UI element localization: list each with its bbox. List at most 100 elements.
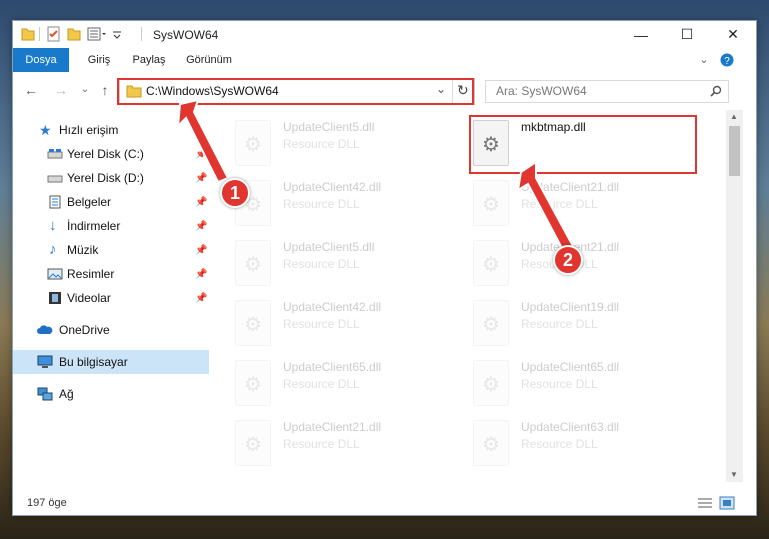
tab-home[interactable]: Giriş bbox=[81, 48, 117, 72]
sidebar-item-network[interactable]: Ağ bbox=[13, 382, 209, 406]
file-type: Resource DLL bbox=[283, 437, 360, 451]
folder-icon bbox=[21, 28, 35, 41]
customize-toolbar-icon[interactable] bbox=[111, 26, 123, 42]
file-type: Resource DLL bbox=[283, 377, 360, 391]
vertical-scrollbar[interactable]: ▲ ▼ bbox=[726, 110, 743, 482]
dll-file-icon: ⚙ bbox=[235, 360, 271, 406]
file-type: Resource DLL bbox=[521, 197, 598, 211]
search-icon[interactable] bbox=[710, 85, 722, 97]
pin-icon: 📌 bbox=[195, 172, 208, 184]
minimize-button[interactable]: — bbox=[618, 21, 664, 48]
dll-file-icon: ⚙ bbox=[473, 300, 509, 346]
separator bbox=[141, 27, 142, 41]
properties-icon[interactable] bbox=[47, 26, 61, 42]
sidebar-item-label: Ağ bbox=[59, 387, 74, 401]
annotation-badge-1: 1 bbox=[220, 178, 250, 208]
tab-share[interactable]: Paylaş bbox=[127, 48, 171, 72]
file-type: Resource DLL bbox=[521, 377, 598, 391]
file-name: UpdateClient65.dll bbox=[521, 360, 620, 374]
documents-icon bbox=[49, 195, 61, 209]
file-name: UpdateClient19.dll bbox=[521, 300, 620, 314]
sidebar-item-documents[interactable]: Belgeler 📌 bbox=[13, 190, 209, 214]
download-icon: ↓ bbox=[49, 217, 57, 234]
expand-ribbon-icon[interactable]: ⌄ bbox=[697, 48, 711, 72]
sidebar-item-quick-access[interactable]: ★ Hızlı erişim bbox=[13, 118, 209, 142]
file-name: UpdateClient21.dll bbox=[283, 420, 382, 434]
file-item[interactable]: ⚙ UpdateClient21.dll Resource DLL bbox=[235, 416, 465, 472]
sidebar-item-label: Videolar bbox=[67, 291, 111, 305]
file-item[interactable]: ⚙ UpdateClient65.dll Resource DLL bbox=[473, 356, 703, 412]
sidebar-item-label: Bu bilgisayar bbox=[59, 355, 128, 369]
file-name: UpdateClient42.dll bbox=[283, 180, 382, 194]
network-icon bbox=[37, 387, 53, 401]
dll-file-icon: ⚙ bbox=[235, 240, 271, 286]
search-placeholder: Ara: SysWOW64 bbox=[496, 84, 587, 98]
tab-view[interactable]: Görünüm bbox=[181, 48, 237, 72]
file-item[interactable]: ⚙ UpdateClient21.dll Resource DLL bbox=[473, 236, 703, 292]
file-item[interactable]: ⚙ UpdateClient42.dll Resource DLL bbox=[235, 296, 465, 352]
music-icon: ♪ bbox=[49, 241, 57, 258]
search-input[interactable]: Ara: SysWOW64 bbox=[485, 80, 729, 103]
details-view-icon[interactable] bbox=[697, 497, 713, 509]
file-highlight bbox=[469, 115, 697, 174]
window-title: SysWOW64 bbox=[153, 28, 219, 42]
sidebar-item-label: Resimler bbox=[67, 267, 115, 281]
dll-file-icon: ⚙ bbox=[473, 240, 509, 286]
annotation-badge-2: 2 bbox=[553, 245, 583, 275]
svg-text:?: ? bbox=[724, 56, 730, 67]
dll-file-icon: ⚙ bbox=[473, 360, 509, 406]
pin-icon: 📌 bbox=[195, 220, 208, 232]
sidebar-item-music[interactable]: ♪ Müzik 📌 bbox=[13, 238, 209, 262]
forward-arrow-icon[interactable]: → bbox=[53, 82, 69, 98]
view-options-icon[interactable] bbox=[87, 26, 107, 42]
file-name: UpdateClient5.dll bbox=[283, 120, 375, 134]
large-icons-view-icon[interactable] bbox=[719, 496, 735, 510]
ribbon-tabs: Dosya Giriş Paylaş Görünüm ⌄ ? bbox=[13, 48, 756, 104]
sidebar-item-label: Müzik bbox=[67, 243, 99, 257]
pin-icon: 📌 bbox=[195, 292, 208, 304]
file-item[interactable]: ⚙ UpdateClient65.dll Resource DLL bbox=[235, 356, 465, 412]
scroll-down-icon[interactable]: ▼ bbox=[730, 470, 738, 479]
new-folder-icon[interactable] bbox=[67, 26, 81, 42]
close-button[interactable]: ✕ bbox=[710, 21, 756, 48]
drive-icon bbox=[47, 175, 63, 183]
up-arrow-icon[interactable]: ↑ bbox=[97, 82, 113, 98]
file-item[interactable]: ⚙ UpdateClient63.dll Resource DLL bbox=[473, 416, 703, 472]
title-bar: SysWOW64 — ☐ ✕ bbox=[13, 21, 756, 48]
sidebar-item-local-disk-d[interactable]: Yerel Disk (D:) 📌 bbox=[13, 166, 209, 190]
pin-icon: 📌 bbox=[195, 148, 208, 160]
recent-locations-icon[interactable]: ⌄ bbox=[77, 82, 93, 98]
file-type: Resource DLL bbox=[521, 317, 598, 331]
sidebar-item-videos[interactable]: Videolar 📌 bbox=[13, 286, 209, 310]
maximize-button[interactable]: ☐ bbox=[664, 21, 710, 48]
sidebar-item-this-pc[interactable]: Bu bilgisayar bbox=[13, 350, 209, 374]
sidebar-item-pictures[interactable]: Resimler 📌 bbox=[13, 262, 209, 286]
sidebar-item-label: Hızlı erişim bbox=[59, 123, 119, 137]
help-icon[interactable]: ? bbox=[719, 48, 735, 72]
file-name: UpdateClient63.dll bbox=[521, 420, 620, 434]
sidebar-item-label: OneDrive bbox=[59, 323, 110, 337]
sidebar-item-local-disk-c[interactable]: Yerel Disk (C:) 📌 bbox=[13, 142, 209, 166]
back-arrow-icon[interactable]: ← bbox=[23, 82, 39, 98]
video-icon bbox=[49, 292, 61, 304]
dll-file-icon: ⚙ bbox=[235, 420, 271, 466]
status-bar: 197 öge bbox=[13, 491, 756, 515]
file-item[interactable]: ⚙ UpdateClient42.dll Resource DLL bbox=[235, 176, 465, 232]
file-item[interactable]: ⚙ UpdateClient5.dll Resource DLL bbox=[235, 116, 465, 172]
file-item[interactable]: ⚙ UpdateClient5.dll Resource DLL bbox=[235, 236, 465, 292]
file-name: UpdateClient21.dll bbox=[521, 180, 620, 194]
navigation-pane: ★ Hızlı erişim Yerel Disk (C:) 📌 Yerel D… bbox=[13, 110, 209, 482]
sidebar-item-label: Yerel Disk (D:) bbox=[67, 171, 144, 185]
file-item[interactable]: ⚙ UpdateClient21.dll Resource DLL bbox=[473, 176, 703, 232]
sidebar-item-onedrive[interactable]: OneDrive bbox=[13, 318, 209, 342]
file-type: Resource DLL bbox=[283, 197, 360, 211]
file-type: Resource DLL bbox=[283, 257, 360, 271]
sidebar-item-label: Belgeler bbox=[67, 195, 112, 209]
file-type: Resource DLL bbox=[521, 437, 598, 451]
sidebar-item-downloads[interactable]: ↓ İndirmeler 📌 bbox=[13, 214, 209, 238]
scrollbar-thumb[interactable] bbox=[729, 126, 740, 176]
scroll-up-icon[interactable]: ▲ bbox=[730, 112, 738, 121]
file-item[interactable]: ⚙ UpdateClient19.dll Resource DLL bbox=[473, 296, 703, 352]
dll-file-icon: ⚙ bbox=[473, 420, 509, 466]
sidebar-item-label: Yerel Disk (C:) bbox=[67, 147, 144, 161]
